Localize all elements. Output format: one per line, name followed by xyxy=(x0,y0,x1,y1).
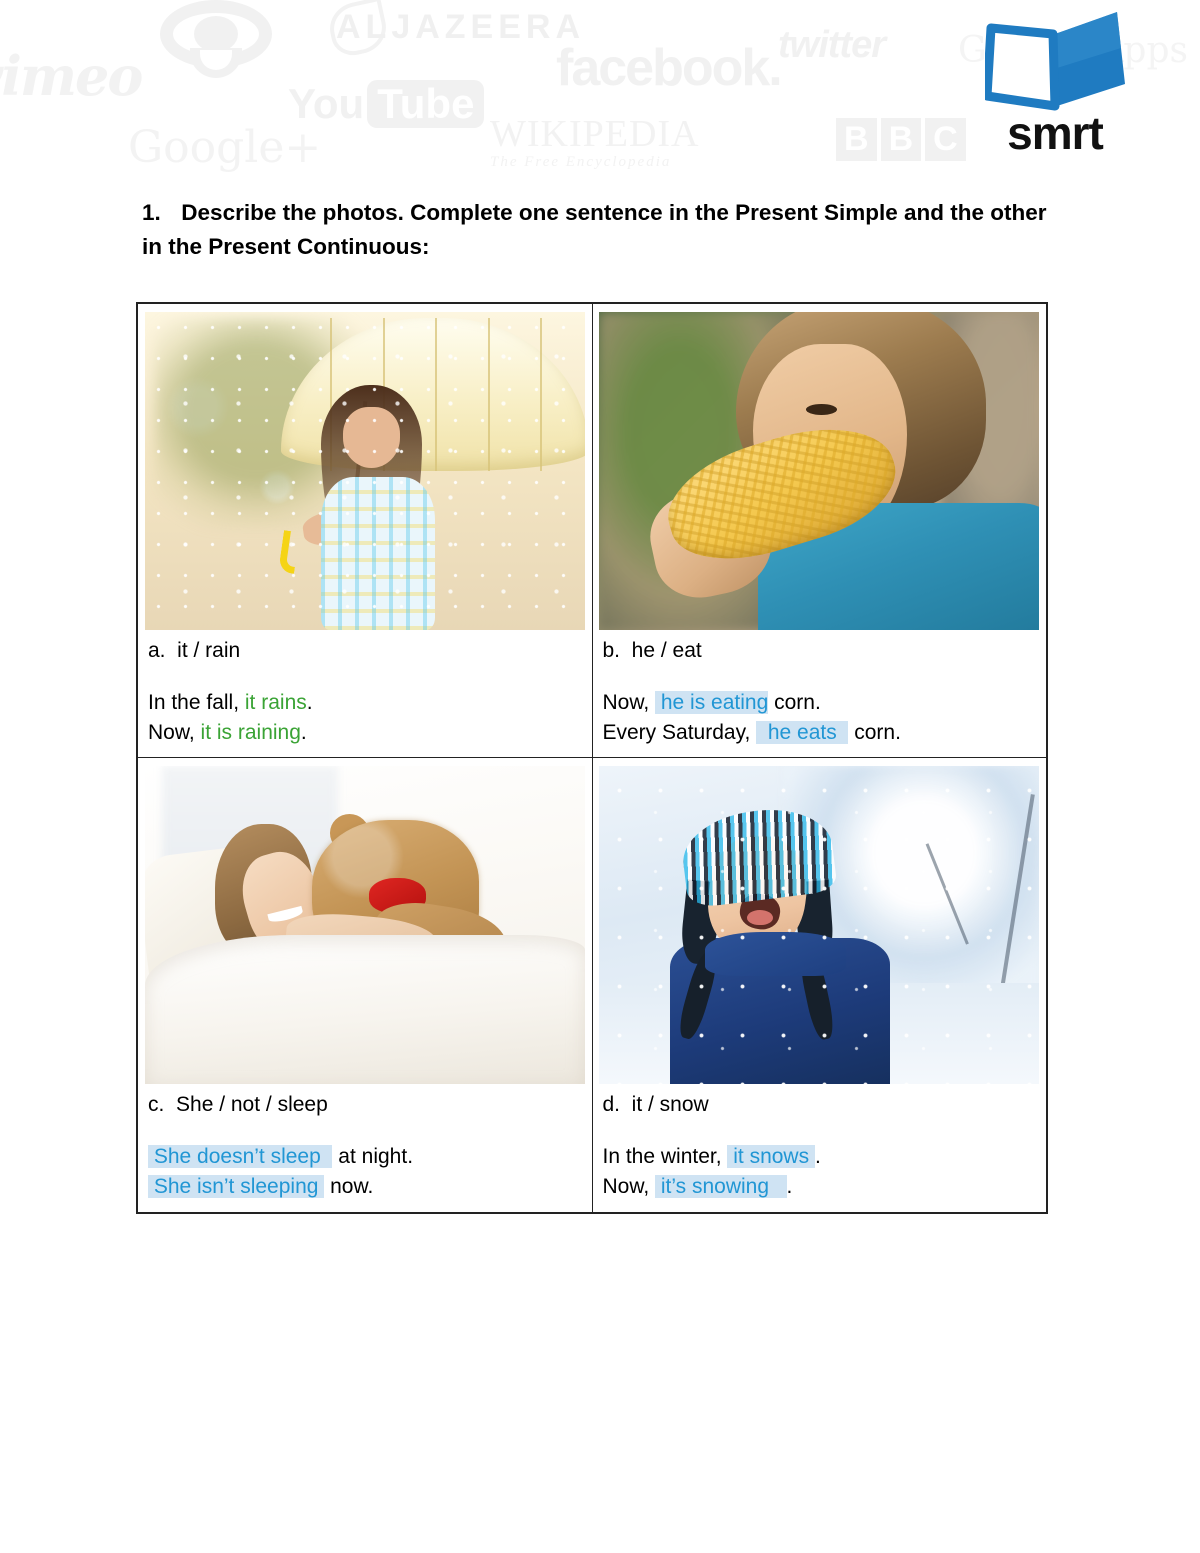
answer-blank[interactable]: it rains xyxy=(245,691,307,714)
smrt-logo-text: smrt xyxy=(1007,107,1104,159)
answer-text: corn. xyxy=(848,720,901,744)
answer-text: at night. xyxy=(332,1145,414,1169)
youtube-logo-you: You xyxy=(288,80,365,127)
facebook-logo: facebook. xyxy=(556,39,783,97)
photo-boy-eating-corn xyxy=(599,312,1040,630)
exercise-answer-b-1: Now, he is eating corn. xyxy=(603,688,1037,718)
exercise-cell-d: d. it / snow In the winter, it snows . N… xyxy=(591,757,1048,1214)
twitter-logo: twitter xyxy=(778,24,886,66)
answer-text: In the fall, xyxy=(148,690,245,714)
answer-blank[interactable]: he eats xyxy=(756,720,849,744)
answer-text: Now, xyxy=(602,690,656,714)
bbc-logo-b1: B xyxy=(836,118,877,161)
exercise-prompt-a: a. it / rain xyxy=(148,639,241,662)
exercise-prompt-b: b. he / eat xyxy=(602,639,702,662)
bbc-logo: BBC xyxy=(836,118,970,161)
exercise-answer-c-1: She doesn’t sleep at night. xyxy=(148,1142,582,1172)
exercise-answer-a-1: In the fall, it rains. xyxy=(148,688,582,718)
instruction-text: Describe the photos. Complete one senten… xyxy=(142,200,1047,260)
youtube-logo-tube: Tube xyxy=(367,80,485,128)
table-row: a. it / rain In the fall, it rains. Now,… xyxy=(136,302,1048,759)
photo-girl-in-bed-teddy xyxy=(144,766,585,1085)
photo-boy-in-snow xyxy=(599,766,1040,1085)
answer-text: . xyxy=(306,690,313,714)
answer-text: . xyxy=(786,1175,793,1199)
open-book-icon xyxy=(985,12,1125,111)
answer-blank[interactable]: he is eating xyxy=(655,690,769,714)
cbc-logo xyxy=(160,0,272,78)
exercise-answer-a-2: Now, it is raining. xyxy=(148,718,582,748)
wikipedia-logo-tagline: The Free Encyclopedia xyxy=(490,154,672,170)
answer-text: Now, xyxy=(148,720,201,744)
bbc-logo-b2: B xyxy=(880,118,922,161)
answer-text: now. xyxy=(324,1175,374,1199)
smrt-logo: smrt xyxy=(985,8,1125,160)
exercise-prompt-d: d. it / snow xyxy=(602,1093,709,1117)
wikipedia-logo-wordmark: WIKIPEDIA xyxy=(490,113,700,155)
answer-text: In the winter, xyxy=(602,1145,728,1169)
answer-text: . xyxy=(300,720,307,744)
exercise-answer-d-1: In the winter, it snows . xyxy=(603,1142,1037,1172)
answer-text: Now, xyxy=(602,1175,656,1199)
exercise-cell-c: c. She / not / sleep She doesn’t sleep a… xyxy=(136,757,593,1214)
exercise-answer-c-2: She isn’t sleeping now. xyxy=(148,1172,582,1202)
exercise-cell-a: a. it / rain In the fall, it rains. Now,… xyxy=(136,302,593,759)
answer-blank[interactable]: it snows xyxy=(727,1145,815,1169)
exercise-text-c: c. She / not / sleep She doesn’t sleep a… xyxy=(138,1084,592,1211)
answer-blank[interactable]: She isn’t sleeping xyxy=(148,1175,325,1199)
exercise-text-d: d. it / snow In the winter, it snows . N… xyxy=(593,1084,1047,1211)
answer-blank[interactable]: She doesn’t sleep xyxy=(148,1145,333,1169)
aljazeera-logo: ALJAZEERA xyxy=(336,8,586,46)
exercise-text-b: b. he / eat Now, he is eating corn. Ever… xyxy=(593,630,1047,757)
exercise-text-a: a. it / rain In the fall, it rains. Now,… xyxy=(138,630,592,757)
exercise-cell-b: b. he / eat Now, he is eating corn. Ever… xyxy=(591,302,1048,759)
exercise-answer-b-2: Every Saturday, he eats corn. xyxy=(603,718,1037,748)
instruction-number: 1. xyxy=(142,200,161,225)
exercise-table: a. it / rain In the fall, it rains. Now,… xyxy=(136,302,1048,1214)
answer-text: Every Saturday, xyxy=(602,720,757,744)
table-row: c. She / not / sleep She doesn’t sleep a… xyxy=(136,757,1048,1214)
photo-girl-umbrella-rain xyxy=(144,312,585,630)
exercise-answer-d-2: Now, it’s snowing . xyxy=(603,1172,1037,1202)
youtube-logo: You Tube xyxy=(288,80,485,128)
googleplus-logo: Google+ xyxy=(128,122,322,173)
vimeo-logo: vimeo xyxy=(0,44,143,108)
answer-text: . xyxy=(814,1145,821,1169)
answer-text: corn. xyxy=(768,690,821,714)
wikipedia-logo: WIKIPEDIA The Free Encyclopedia xyxy=(490,112,700,171)
answer-blank[interactable]: it’s snowing xyxy=(655,1175,787,1199)
page-title: 1. Describe the photos. Complete one sen… xyxy=(142,196,1072,264)
answer-blank[interactable]: it is raining xyxy=(201,721,301,744)
exercise-prompt-c: c. She / not / sleep xyxy=(148,1093,328,1117)
bbc-logo-c: C xyxy=(925,118,966,161)
